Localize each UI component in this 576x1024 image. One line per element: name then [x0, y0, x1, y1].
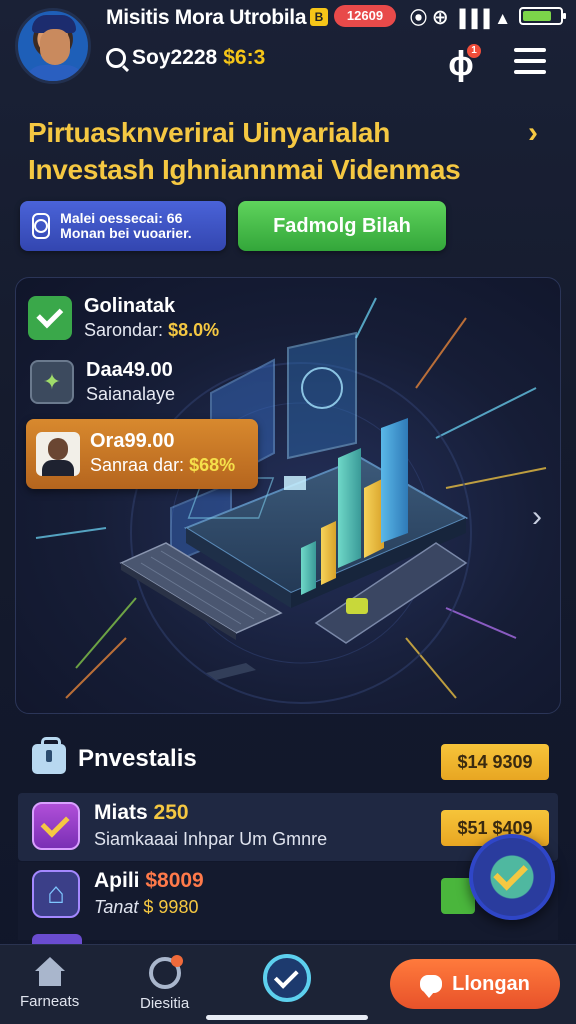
bottom-navigation: Farneats Diesitia Llongan [0, 944, 576, 1024]
battery-icon [519, 7, 567, 25]
stat-label: Sarondar: [84, 320, 164, 340]
cta-button-label: Llongan [452, 972, 530, 995]
info-button[interactable]: Malei oessecai: 66 Monan bei vuoarier. [20, 201, 226, 251]
promo-headline[interactable]: Pirtuasknverirai Uinyarialah Investash I… [28, 114, 518, 188]
user-avatar-icon [36, 432, 80, 476]
notification-badge: 1 [467, 44, 481, 58]
purple-check-icon [32, 802, 80, 850]
tools-icon [30, 360, 74, 404]
primary-action-button[interactable]: Fadmolg Bilah [238, 201, 446, 251]
row-title: Apili $8009 [94, 868, 204, 894]
system-icon-glyphs: ⦿ ⊕ ▐▐▐ ▲ [410, 8, 512, 28]
system-icons: ⦿ ⊕ ▐▐▐ ▲ [410, 4, 567, 28]
notification-button[interactable]: ϕ 1 [441, 44, 481, 84]
section-title: Pnvestalis [78, 745, 197, 772]
nav-item-home[interactable]: Farneats [20, 957, 79, 1010]
menu-icon-line [514, 48, 546, 52]
cta-button[interactable]: Llongan [390, 959, 560, 1009]
section-price-pill[interactable]: $14 9309 [441, 744, 549, 780]
search-amount: $6:3 [223, 46, 266, 69]
search-bar[interactable]: Soy2228 $6:3 [106, 46, 265, 70]
stat-label: Saianalaye [86, 384, 176, 404]
search-text: Soy2228 [132, 46, 218, 69]
home-icon [33, 957, 67, 987]
nav-label: Farneats [20, 993, 80, 1010]
menu-icon-line [514, 59, 546, 63]
stat-value: $8.0% [168, 320, 220, 340]
row-title: Miats 250 [94, 800, 327, 826]
menu-icon-line [514, 70, 546, 74]
stat-item-selected[interactable]: Ora99.00 Sanraa dar: $68% [26, 419, 258, 489]
stat-label: Sanraa dar: [90, 455, 185, 475]
stat-item-goal[interactable]: Golinatak Sarondar: $8.0% [28, 294, 219, 342]
row-subtitle: Siamkaaai Inhpar Um Gmnre [94, 829, 328, 849]
stat-label-row: Sarondar: $8.0% [84, 318, 219, 342]
row-title-value: $8009 [145, 869, 204, 892]
bank-icon [32, 870, 80, 918]
nav-item-discover[interactable]: Diesitia [140, 955, 190, 1012]
chat-icon [420, 975, 443, 998]
row-subtitle-value: $ 9980 [143, 897, 199, 917]
stat-label-row: Sanraa dar: $68% [90, 453, 235, 477]
row-title-value: 250 [153, 801, 189, 824]
search-icon [106, 48, 126, 68]
stat-value: $68% [189, 455, 236, 475]
home-indicator[interactable] [206, 1015, 368, 1020]
hero-illustration [35, 297, 547, 704]
stat-title: Daa49.00 [86, 359, 173, 381]
avatar-shirt [24, 65, 86, 81]
hero-card: Golinatak Sarondar: $8.0% Daa49.00 Saian… [15, 277, 561, 714]
app-screen: Misitis Mora Utrobila B 12609 ⦿ ⊕ ▐▐▐ ▲ … [0, 0, 576, 1024]
partial-row-icon [32, 934, 82, 944]
row-subtitle-label: Tanat [94, 897, 139, 917]
headline-line-1: Pirtuasknverirai Uinyarialah [28, 117, 390, 148]
briefcase-icon [32, 737, 66, 774]
stat-item-data[interactable]: Daa49.00 Saianalaye [30, 358, 175, 406]
profile-avatar[interactable] [15, 8, 91, 84]
stat-title: Golinatak [84, 295, 176, 317]
status-title: Misitis Mora Utrobila [106, 6, 307, 29]
chevron-right-icon[interactable]: › [528, 116, 556, 149]
stat-text: Ora99.00 Sanraa dar: $68% [90, 429, 235, 477]
row-subtitle: Tanat $ 9980 [94, 894, 204, 920]
check-badge-icon [28, 296, 72, 340]
floating-check-button[interactable] [469, 834, 555, 920]
status-pill: 12609 [334, 5, 396, 27]
check-circle-icon[interactable] [263, 954, 311, 1002]
stat-title: Ora99.00 [90, 430, 175, 452]
menu-button[interactable] [514, 48, 546, 74]
avatar-face [40, 29, 70, 65]
row-title-text: Apili [94, 869, 140, 892]
discover-icon [148, 955, 183, 989]
camera-icon [32, 213, 51, 239]
row-title-text: Miats [94, 801, 148, 824]
headline-line-2: Investash Ighniannmai Videnmas [28, 154, 461, 185]
status-mini-badge: B [310, 8, 328, 26]
nav-label: Diesitia [140, 995, 190, 1012]
info-button-label: Malei oessecai: 66 Monan bei vuoarier. [60, 210, 192, 241]
section-header: Pnvestalis [32, 737, 197, 774]
carousel-next-icon[interactable]: › [532, 500, 542, 534]
